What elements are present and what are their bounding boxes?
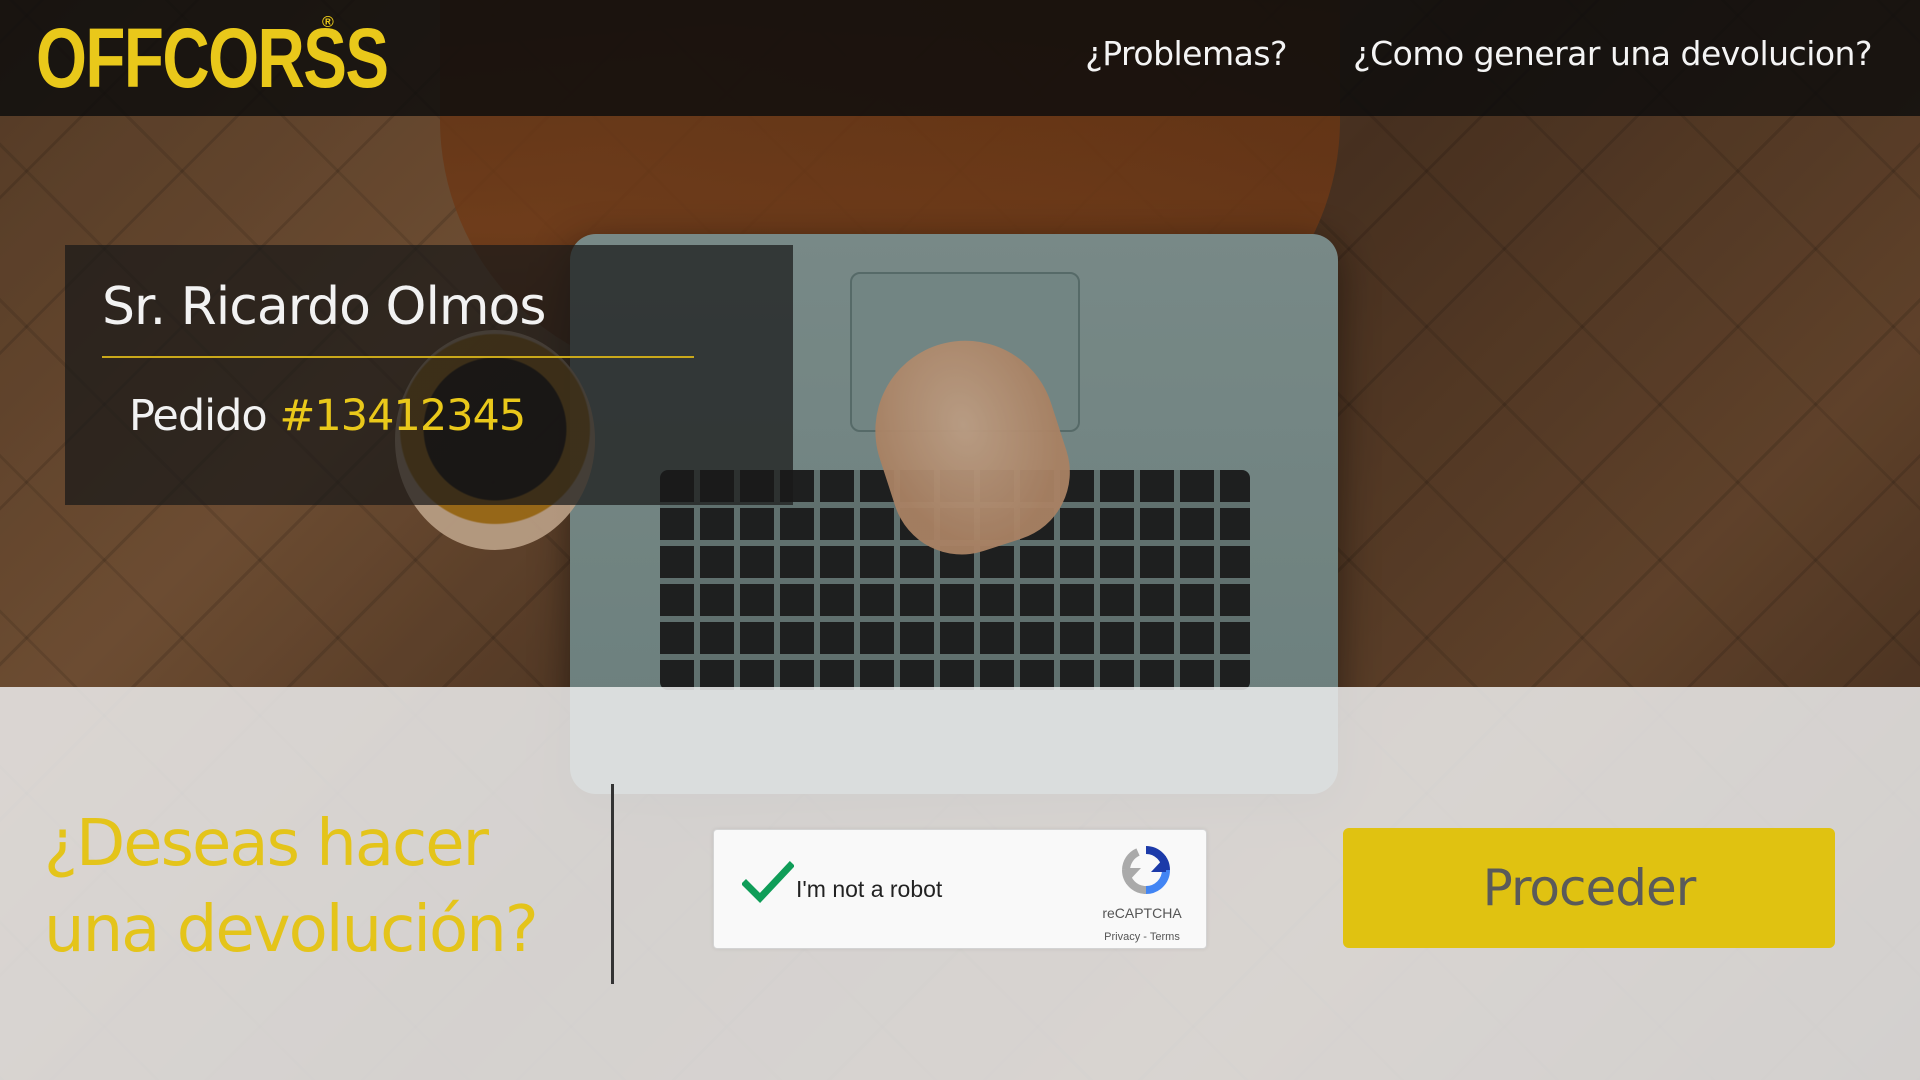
vertical-divider <box>611 784 614 984</box>
nav-link-problemas[interactable]: ¿Problemas? <box>1085 30 1287 78</box>
order-line: Pedido #13412345 <box>129 389 526 443</box>
recaptcha-link-separator: - <box>1143 931 1147 943</box>
return-question: ¿Deseas hacer una devolución? <box>44 807 539 967</box>
recaptcha-widget[interactable]: I'm not a robot reCAPTCHA Privacy - Terms <box>713 829 1207 949</box>
customer-card: Sr. Ricardo Olmos Pedido #13412345 <box>65 245 793 505</box>
customer-name: Sr. Ricardo Olmos <box>102 277 546 337</box>
checkmark-icon[interactable] <box>742 860 794 904</box>
recaptcha-brand: reCAPTCHA <box>1102 905 1182 921</box>
header-nav: ¿Problemas? ¿Como generar una devolucion… <box>1085 30 1872 78</box>
recaptcha-privacy-link[interactable]: Privacy <box>1104 931 1140 943</box>
recaptcha-logo-icon <box>1122 846 1170 894</box>
registered-mark: ® <box>322 14 334 31</box>
offcorss-logo[interactable]: OFFCORSS <box>36 14 389 102</box>
return-landing-page: OFFCORSS ® ¿Problemas? ¿Como generar una… <box>0 0 1920 1080</box>
order-prefix: Pedido <box>129 391 268 441</box>
recaptcha-terms-link[interactable]: Terms <box>1150 931 1180 943</box>
nav-link-como-generar-devolucion[interactable]: ¿Como generar una devolucion? <box>1353 30 1872 78</box>
order-number: #13412345 <box>279 391 526 441</box>
return-action-panel: ¿Deseas hacer una devolución? I'm not a … <box>0 687 1920 1080</box>
proceed-button[interactable]: Proceder <box>1343 828 1835 948</box>
recaptcha-label: I'm not a robot <box>796 876 943 902</box>
card-divider <box>102 356 694 358</box>
recaptcha-links: Privacy - Terms <box>1084 930 1200 944</box>
site-header: OFFCORSS ® ¿Problemas? ¿Como generar una… <box>0 0 1920 116</box>
